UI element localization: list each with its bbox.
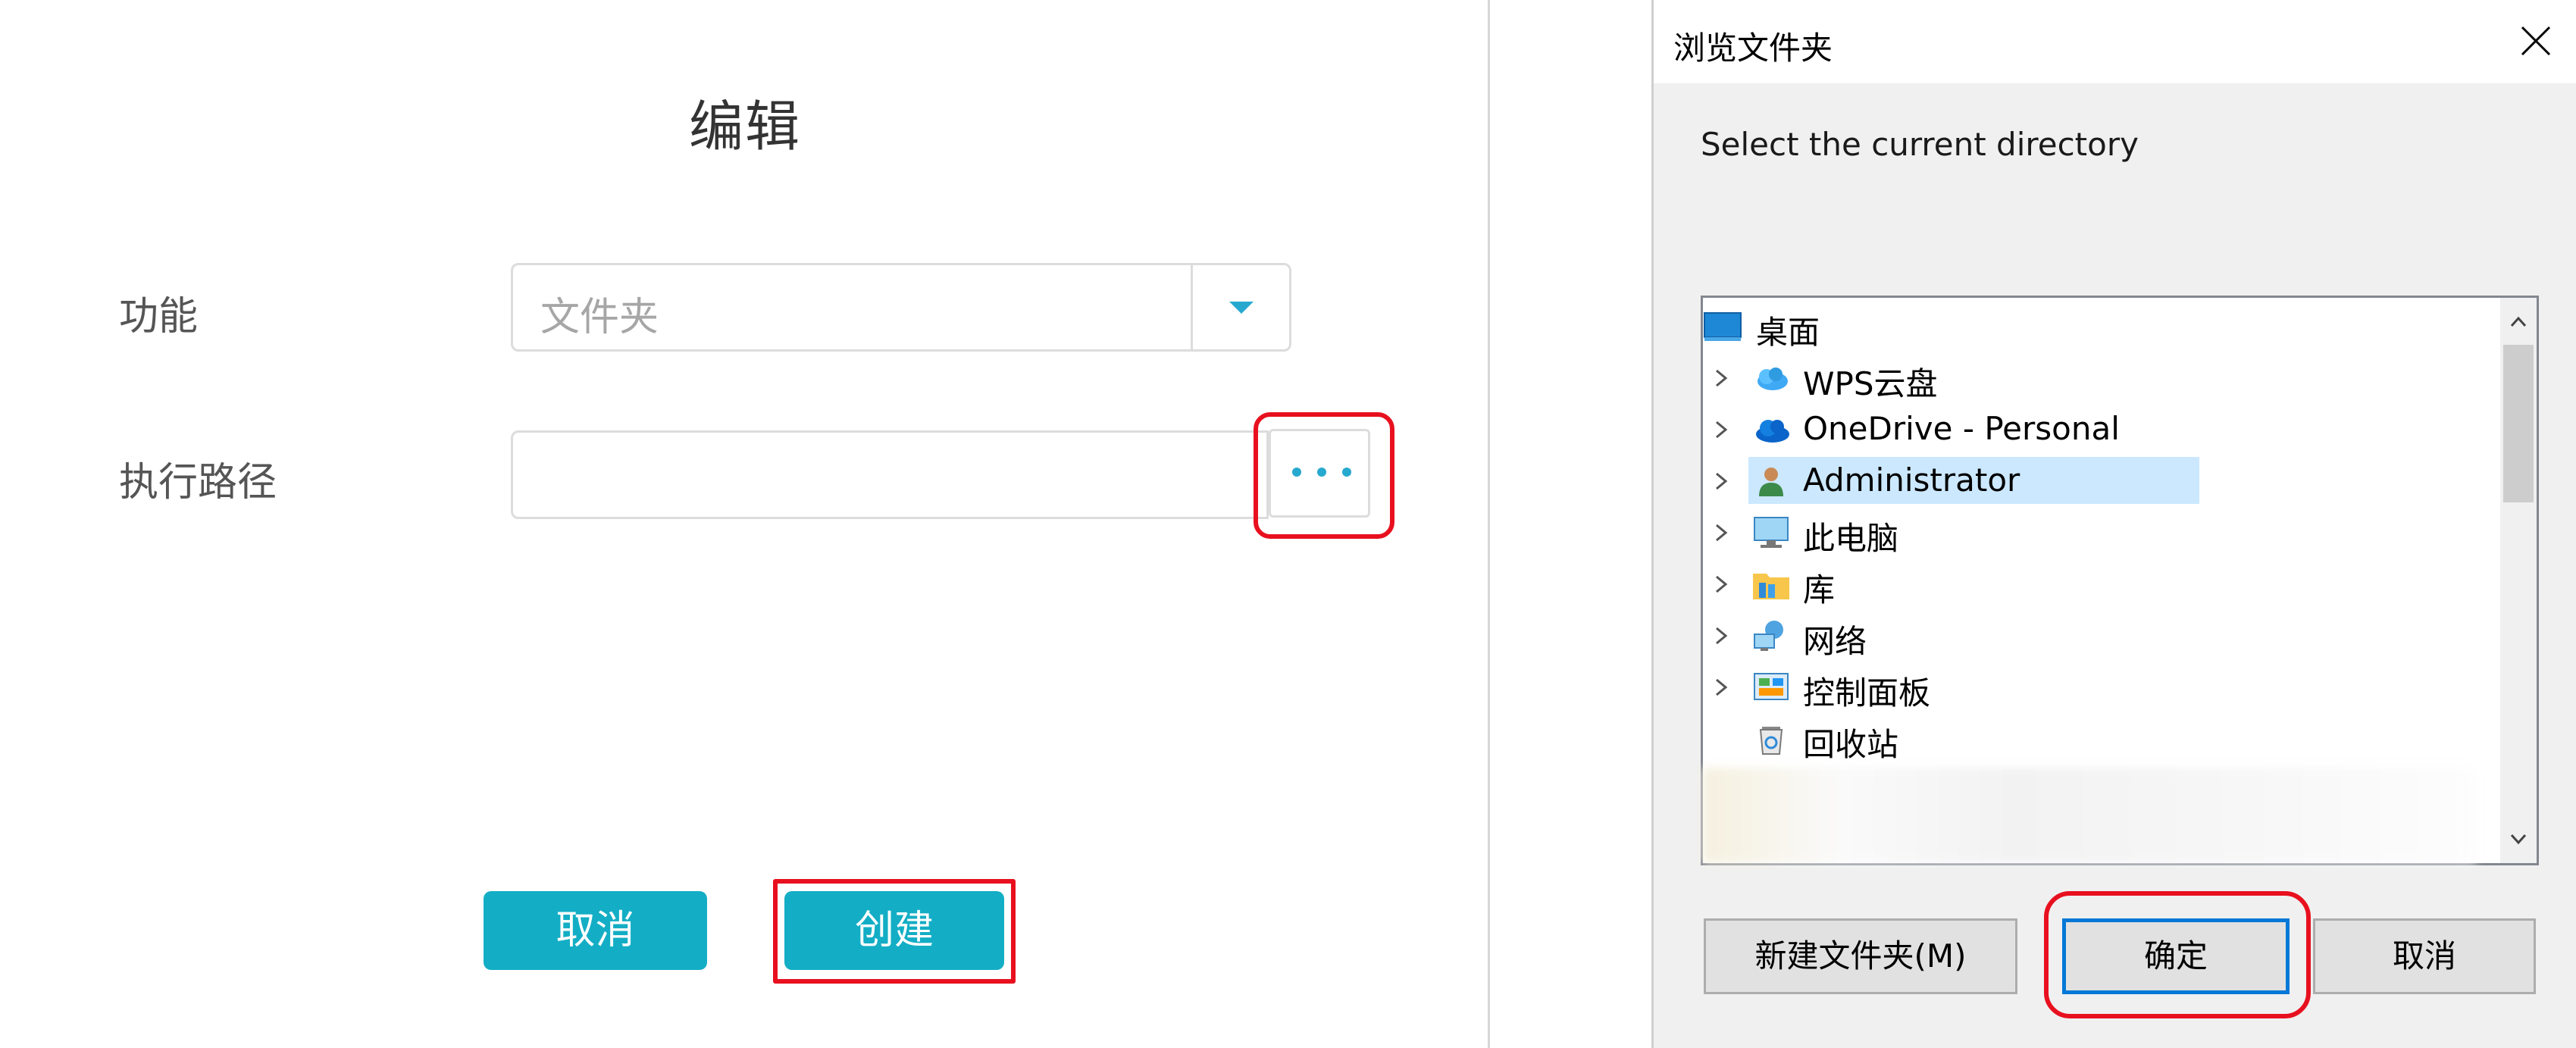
tree-item-desktop[interactable]: 桌面 xyxy=(1703,301,2491,351)
chevron-right-icon[interactable] xyxy=(1712,625,1730,646)
chevron-right-icon[interactable] xyxy=(1712,368,1730,389)
chevron-right-icon[interactable] xyxy=(1712,522,1730,543)
tree-item-label: 桌面 xyxy=(1756,314,1820,351)
desktop-icon xyxy=(1704,312,1742,341)
tree-item-label: OneDrive - Personal xyxy=(1803,410,2120,447)
chevron-right-icon[interactable] xyxy=(1712,419,1730,440)
onedrive-cloud-icon xyxy=(1756,420,1789,443)
tree-item-label: 库 xyxy=(1803,571,1836,608)
blurred-tree-region xyxy=(1703,768,2476,863)
path-input[interactable] xyxy=(511,430,1269,519)
chevron-right-icon[interactable] xyxy=(1712,677,1730,698)
folder-tree[interactable]: 桌面 WPS云盘 OneDrive - Personal Administrat… xyxy=(1701,296,2539,865)
wps-cloud-icon xyxy=(1758,368,1788,390)
tree-item-label: 此电脑 xyxy=(1803,520,1899,557)
ok-button-highlight xyxy=(2044,891,2311,1018)
chevron-right-icon[interactable] xyxy=(1712,471,1730,492)
dialog-title: 浏览文件夹 xyxy=(1673,30,1833,67)
control-panel-icon xyxy=(1754,673,1789,700)
recycle-bin-icon xyxy=(1759,727,1783,755)
tree-item-label: 网络 xyxy=(1803,623,1867,660)
tree-scrollbar[interactable] xyxy=(2500,298,2537,863)
user-icon xyxy=(1759,468,1783,496)
tree-item-administrator[interactable]: Administrator xyxy=(1703,455,2491,505)
function-select-dropdown-button[interactable] xyxy=(1191,265,1289,349)
edit-dialog-title: 编辑 xyxy=(688,95,801,158)
tree-item-label: WPS云盘 xyxy=(1803,365,1938,402)
tree-item-control-panel[interactable]: 控制面板 xyxy=(1703,662,2491,712)
tree-item-label: 控制面板 xyxy=(1803,674,1931,712)
tree-item-label: Administrator xyxy=(1803,461,2020,499)
function-select[interactable]: 文件夹 xyxy=(511,263,1291,352)
tree-item-onedrive[interactable]: OneDrive - Personal xyxy=(1703,404,2491,454)
create-button-highlight xyxy=(773,879,1016,984)
dialog-cancel-button[interactable]: 取消 xyxy=(2313,918,2536,994)
edit-dialog: 编辑 功能 文件夹 执行路径 取消 创建 xyxy=(0,0,1490,1048)
library-folder-icon xyxy=(1753,574,1789,599)
new-folder-button[interactable]: 新建文件夹(M) xyxy=(1704,918,2017,994)
browse-button-highlight xyxy=(1254,412,1394,539)
scroll-thumb[interactable] xyxy=(2503,345,2534,502)
tree-item-library[interactable]: 库 xyxy=(1703,558,2491,608)
tree-item-label: 回收站 xyxy=(1803,726,1899,763)
function-label: 功能 xyxy=(119,294,199,339)
cancel-button[interactable]: 取消 xyxy=(484,891,707,970)
tree-item-network[interactable]: 网络 xyxy=(1703,610,2491,660)
function-select-value: 文件夹 xyxy=(540,295,659,340)
dialog-instruction: Select the current directory xyxy=(1701,126,2139,163)
tree-item-this-pc[interactable]: 此电脑 xyxy=(1703,507,2491,557)
computer-icon xyxy=(1754,517,1789,548)
dialog-titlebar: 浏览文件夹 xyxy=(1654,0,2576,83)
caret-down-icon xyxy=(1229,301,1254,314)
tree-item-recycle-bin[interactable]: 回收站 xyxy=(1703,713,2491,763)
path-label: 执行路径 xyxy=(119,460,277,505)
scroll-down-icon[interactable] xyxy=(2508,828,2529,849)
tree-item-wps-cloud[interactable]: WPS云盘 xyxy=(1703,352,2491,402)
chevron-right-icon[interactable] xyxy=(1712,574,1730,595)
browse-folder-dialog: 浏览文件夹 Select the current directory 桌面 WP… xyxy=(1651,0,2576,1048)
network-icon xyxy=(1754,621,1783,651)
scroll-up-icon[interactable] xyxy=(2508,311,2529,333)
close-icon[interactable] xyxy=(2518,23,2554,59)
